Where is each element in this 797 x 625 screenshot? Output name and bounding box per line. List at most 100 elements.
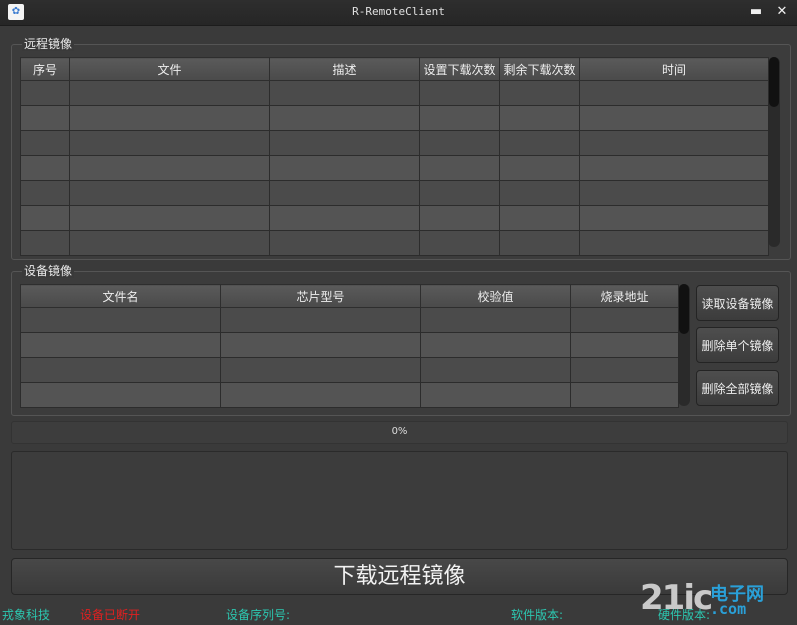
- remote-cell[interactable]: [269, 205, 420, 231]
- remote-cell[interactable]: [579, 230, 769, 256]
- remote-cell[interactable]: [579, 205, 769, 231]
- device-cell[interactable]: [570, 307, 679, 333]
- remote-table-scrollbar[interactable]: [768, 57, 780, 247]
- device-cell[interactable]: [20, 307, 221, 333]
- remote-row[interactable]: [20, 180, 769, 206]
- device-cell[interactable]: [420, 357, 571, 383]
- device-cell[interactable]: [570, 357, 679, 383]
- device-cell[interactable]: [20, 357, 221, 383]
- remote-cell[interactable]: [579, 155, 769, 181]
- remote-cell[interactable]: [20, 105, 70, 131]
- device-table-scrollbar[interactable]: [678, 284, 690, 406]
- remote-cell[interactable]: [69, 155, 270, 181]
- device-row[interactable]: [20, 357, 679, 383]
- remote-cell[interactable]: [20, 80, 70, 106]
- remote-cell[interactable]: [419, 230, 500, 256]
- remote-cell[interactable]: [69, 180, 270, 206]
- remote-cell[interactable]: [499, 180, 580, 206]
- device-serial-label: 设备序列号:: [226, 608, 291, 622]
- device-cell[interactable]: [220, 357, 421, 383]
- site-watermark: 21ic 电子网 .com: [640, 578, 790, 620]
- remote-cell[interactable]: [269, 105, 420, 131]
- remote-row[interactable]: [20, 80, 769, 106]
- read-device-image-button[interactable]: 读取设备镜像: [696, 285, 779, 321]
- remote-cell[interactable]: [269, 80, 420, 106]
- remote-column-header[interactable]: 序号: [20, 57, 70, 81]
- device-cell[interactable]: [570, 332, 679, 358]
- device-cell[interactable]: [220, 382, 421, 408]
- remote-cell[interactable]: [579, 80, 769, 106]
- remote-cell[interactable]: [269, 180, 420, 206]
- title-bar[interactable]: ✿ R-RemoteClient ▬ ✕: [0, 0, 797, 26]
- remote-column-header[interactable]: 描述: [269, 57, 420, 81]
- remote-cell[interactable]: [69, 230, 270, 256]
- device-column-header[interactable]: 芯片型号: [220, 284, 421, 308]
- remote-cell[interactable]: [20, 205, 70, 231]
- device-cell[interactable]: [420, 307, 571, 333]
- remote-column-header[interactable]: 设置下载次数: [419, 57, 500, 81]
- device-cell[interactable]: [20, 382, 221, 408]
- device-row[interactable]: [20, 332, 679, 358]
- remote-row[interactable]: [20, 205, 769, 231]
- remote-cell[interactable]: [579, 180, 769, 206]
- remote-image-table[interactable]: 序号 文件 描述 设置下载次数 剩余下载次数 时间: [20, 57, 769, 256]
- remote-cell[interactable]: [499, 230, 580, 256]
- device-image-group-title: 设备镜像: [22, 264, 75, 278]
- remote-cell[interactable]: [499, 205, 580, 231]
- device-column-header[interactable]: 校验值: [420, 284, 571, 308]
- remote-column-header[interactable]: 时间: [579, 57, 769, 81]
- remote-cell[interactable]: [579, 130, 769, 156]
- remote-cell[interactable]: [20, 180, 70, 206]
- remote-cell[interactable]: [269, 230, 420, 256]
- remote-cell[interactable]: [20, 130, 70, 156]
- download-progress-bar: 0%: [11, 421, 788, 444]
- remote-row[interactable]: [20, 230, 769, 256]
- remote-row[interactable]: [20, 130, 769, 156]
- remote-cell[interactable]: [419, 80, 500, 106]
- remote-row[interactable]: [20, 105, 769, 131]
- device-cell[interactable]: [220, 332, 421, 358]
- remote-cell[interactable]: [69, 105, 270, 131]
- connection-status: 设备已断开: [80, 608, 141, 622]
- remote-cell[interactable]: [579, 105, 769, 131]
- device-cell[interactable]: [420, 332, 571, 358]
- delete-all-images-button[interactable]: 删除全部镜像: [696, 370, 779, 406]
- device-cell[interactable]: [420, 382, 571, 408]
- remote-cell[interactable]: [419, 155, 500, 181]
- remote-cell[interactable]: [69, 130, 270, 156]
- remote-cell[interactable]: [419, 105, 500, 131]
- remote-scroll-thumb[interactable]: [769, 57, 779, 107]
- remote-cell[interactable]: [419, 205, 500, 231]
- log-output-area[interactable]: [11, 451, 788, 550]
- remote-cell[interactable]: [269, 130, 420, 156]
- remote-column-header[interactable]: 剩余下载次数: [499, 57, 580, 81]
- minimize-button[interactable]: ▬: [746, 3, 766, 21]
- remote-row[interactable]: [20, 155, 769, 181]
- window-title: R-RemoteClient: [352, 5, 445, 18]
- remote-cell[interactable]: [269, 155, 420, 181]
- device-image-table[interactable]: 文件名 芯片型号 校验值 烧录地址: [20, 284, 679, 408]
- device-column-header[interactable]: 文件名: [20, 284, 221, 308]
- remote-cell[interactable]: [499, 80, 580, 106]
- device-scroll-thumb[interactable]: [679, 284, 689, 334]
- remote-cell[interactable]: [499, 105, 580, 131]
- remote-cell[interactable]: [69, 205, 270, 231]
- remote-cell[interactable]: [419, 130, 500, 156]
- device-cell[interactable]: [570, 382, 679, 408]
- device-row[interactable]: [20, 307, 679, 333]
- remote-cell[interactable]: [499, 130, 580, 156]
- remote-image-group-title: 远程镜像: [22, 37, 75, 51]
- remote-cell[interactable]: [69, 80, 270, 106]
- device-cell[interactable]: [220, 307, 421, 333]
- delete-single-image-button[interactable]: 删除单个镜像: [696, 327, 779, 363]
- remote-cell[interactable]: [499, 155, 580, 181]
- close-button[interactable]: ✕: [772, 3, 792, 21]
- device-cell[interactable]: [20, 332, 221, 358]
- device-column-header[interactable]: 烧录地址: [570, 284, 679, 308]
- remote-cell[interactable]: [419, 180, 500, 206]
- remote-column-header[interactable]: 文件: [69, 57, 270, 81]
- device-row[interactable]: [20, 382, 679, 408]
- remote-cell[interactable]: [20, 230, 70, 256]
- remote-cell[interactable]: [20, 155, 70, 181]
- progress-text: 0%: [391, 426, 408, 437]
